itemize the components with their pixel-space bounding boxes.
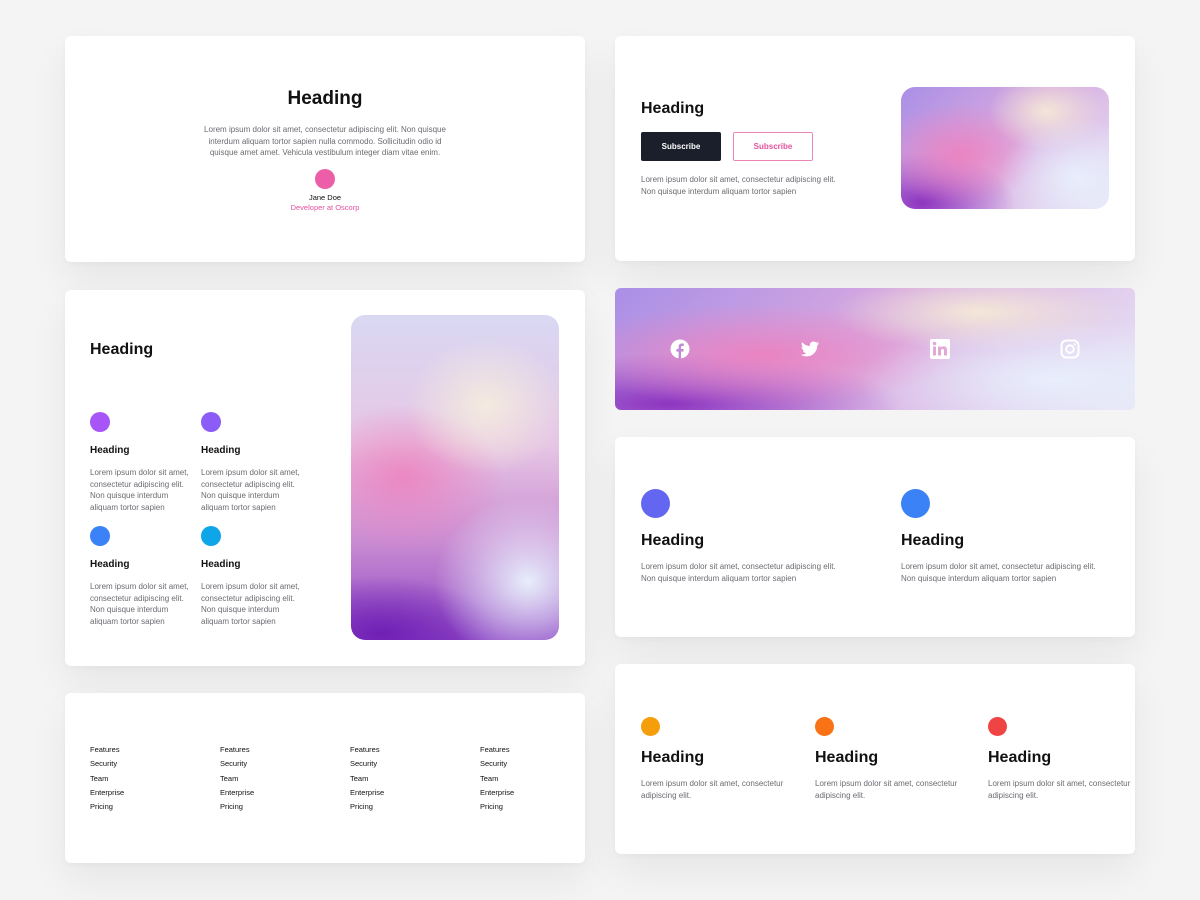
- feature-body: Lorem ipsum dolor sit amet, consectetur …: [90, 582, 189, 626]
- footer-link-pricing[interactable]: Pricing: [350, 802, 384, 816]
- social-bar: [615, 288, 1135, 410]
- feature-heading: Heading: [201, 445, 241, 456]
- footer-links-card: Features Security Team Enterprise Pricin…: [65, 693, 585, 863]
- link-column: Features Security Team Enterprise Pricin…: [480, 745, 514, 816]
- feature-body: Lorem ipsum dolor sit amet, consectetur …: [815, 779, 958, 800]
- footer-link-features[interactable]: Features: [480, 745, 514, 759]
- footer-link-security[interactable]: Security: [480, 759, 514, 773]
- subscribe-card: Heading Subscribe Subscribe Lorem ipsum …: [615, 36, 1135, 261]
- feature-body: Lorem ipsum dolor sit amet, consectetur …: [90, 468, 189, 512]
- feature-item: Heading Lorem ipsum dolor sit amet, cons…: [641, 489, 851, 584]
- feature-body: Lorem ipsum dolor sit amet, consectetur …: [988, 779, 1131, 800]
- feature-heading: Heading: [815, 749, 879, 766]
- avatar: [315, 169, 335, 189]
- subscribe-heading: Heading: [641, 100, 705, 117]
- footer-link-features[interactable]: Features: [90, 745, 124, 759]
- feature-item: Heading Lorem ipsum dolor sit amet, cons…: [201, 412, 306, 513]
- linkedin-icon[interactable]: [930, 339, 950, 359]
- testimonial-body: Lorem ipsum dolor sit amet, consectetur …: [204, 125, 446, 157]
- footer-link-enterprise[interactable]: Enterprise: [90, 788, 124, 802]
- testimonial-card: Heading Lorem ipsum dolor sit amet, cons…: [65, 36, 585, 262]
- feature-dot-icon: [901, 489, 930, 518]
- feature-dot-icon: [90, 412, 110, 432]
- feature-dot-icon: [201, 412, 221, 432]
- footer-link-pricing[interactable]: Pricing: [220, 802, 254, 816]
- feature-item: Heading Lorem ipsum dolor sit amet, cons…: [815, 717, 965, 801]
- two-feature-card: Heading Lorem ipsum dolor sit amet, cons…: [615, 437, 1135, 637]
- feature-item: Heading Lorem ipsum dolor sit amet, cons…: [988, 717, 1138, 801]
- feature-heading: Heading: [641, 749, 705, 766]
- instagram-icon[interactable]: [1060, 339, 1080, 359]
- facebook-icon[interactable]: [670, 339, 690, 359]
- feature-grid-heading: Heading: [90, 341, 154, 358]
- feature-body: Lorem ipsum dolor sit amet, consectetur …: [201, 468, 300, 512]
- gradient-image: [901, 87, 1109, 209]
- feature-item: Heading Lorem ipsum dolor sit amet, cons…: [641, 717, 791, 801]
- testimonial-heading: Heading: [287, 88, 363, 109]
- footer-link-team[interactable]: Team: [90, 774, 124, 788]
- footer-link-enterprise[interactable]: Enterprise: [220, 788, 254, 802]
- feature-heading: Heading: [988, 749, 1052, 766]
- feature-heading: Heading: [90, 559, 130, 570]
- link-column: Features Security Team Enterprise Pricin…: [220, 745, 254, 816]
- footer-link-security[interactable]: Security: [350, 759, 384, 773]
- feature-heading: Heading: [90, 445, 130, 456]
- feature-dot-icon: [815, 717, 834, 736]
- feature-dot-icon: [988, 717, 1007, 736]
- footer-link-enterprise[interactable]: Enterprise: [350, 788, 384, 802]
- feature-item: Heading Lorem ipsum dolor sit amet, cons…: [90, 412, 195, 513]
- feature-heading: Heading: [901, 532, 965, 549]
- subscribe-body: Lorem ipsum dolor sit amet, consectetur …: [641, 175, 836, 196]
- link-column: Features Security Team Enterprise Pricin…: [90, 745, 124, 816]
- author-role: Developer at Oscorp: [290, 203, 360, 212]
- subscribe-button-secondary[interactable]: Subscribe: [733, 132, 813, 161]
- feature-heading: Heading: [641, 532, 705, 549]
- feature-dot-icon: [641, 717, 660, 736]
- footer-link-team[interactable]: Team: [480, 774, 514, 788]
- feature-item: Heading Lorem ipsum dolor sit amet, cons…: [201, 526, 306, 627]
- footer-link-enterprise[interactable]: Enterprise: [480, 788, 514, 802]
- feature-body: Lorem ipsum dolor sit amet, consectetur …: [201, 582, 300, 626]
- feature-dot-icon: [641, 489, 670, 518]
- feature-body: Lorem ipsum dolor sit amet, consectetur …: [641, 562, 836, 583]
- subscribe-button-primary[interactable]: Subscribe: [641, 132, 721, 161]
- feature-item: Heading Lorem ipsum dolor sit amet, cons…: [90, 526, 195, 627]
- footer-link-pricing[interactable]: Pricing: [90, 802, 124, 816]
- footer-link-pricing[interactable]: Pricing: [480, 802, 514, 816]
- feature-dot-icon: [90, 526, 110, 546]
- footer-link-features[interactable]: Features: [220, 745, 254, 759]
- twitter-icon[interactable]: [800, 339, 820, 359]
- three-feature-card: Heading Lorem ipsum dolor sit amet, cons…: [615, 664, 1135, 854]
- feature-body: Lorem ipsum dolor sit amet, consectetur …: [641, 779, 784, 800]
- gradient-image-tall: [351, 315, 559, 640]
- footer-link-features[interactable]: Features: [350, 745, 384, 759]
- feature-item: Heading Lorem ipsum dolor sit amet, cons…: [901, 489, 1111, 584]
- footer-link-security[interactable]: Security: [90, 759, 124, 773]
- feature-body: Lorem ipsum dolor sit amet, consectetur …: [901, 562, 1096, 583]
- feature-grid-card: Heading Heading Lorem ipsum dolor sit am…: [65, 290, 585, 666]
- footer-link-team[interactable]: Team: [220, 774, 254, 788]
- footer-link-team[interactable]: Team: [350, 774, 384, 788]
- link-column: Features Security Team Enterprise Pricin…: [350, 745, 384, 816]
- feature-heading: Heading: [201, 559, 241, 570]
- footer-link-security[interactable]: Security: [220, 759, 254, 773]
- author-name: Jane Doe: [308, 193, 342, 202]
- feature-dot-icon: [201, 526, 221, 546]
